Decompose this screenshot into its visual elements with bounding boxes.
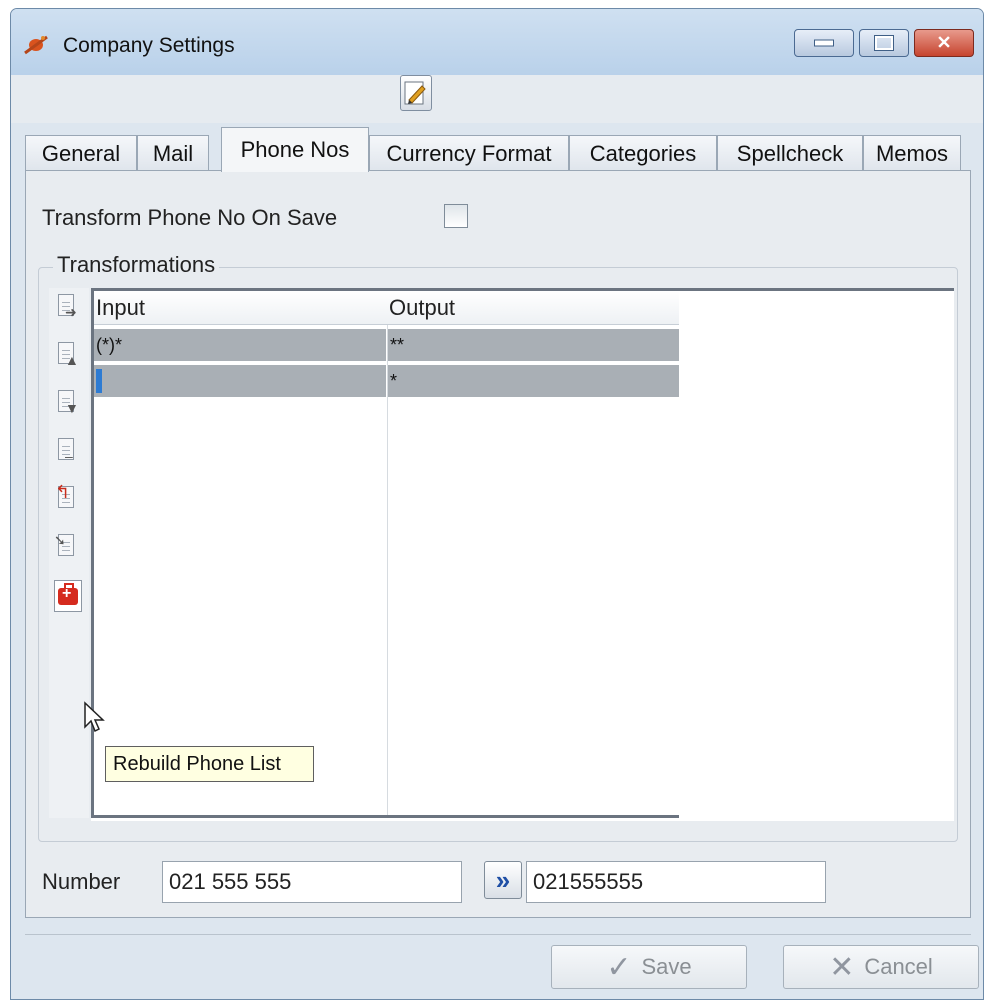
save-label: Save (641, 954, 692, 979)
cell-input: (*)* (96, 334, 122, 355)
footer-separator (25, 934, 971, 935)
window-title: Company Settings (63, 34, 235, 57)
transformations-toolbar: ➜ ▲ ▼ – ↰ ➘ (49, 288, 89, 818)
move-up-button[interactable]: ▲ (54, 340, 82, 372)
tab-memos[interactable]: Memos (863, 135, 961, 171)
title-bar[interactable]: Company Settings ✕ (11, 9, 983, 75)
minus-icon: – (65, 448, 73, 464)
first-aid-kit-icon (58, 583, 78, 605)
table-row-output[interactable]: ** (388, 329, 679, 361)
tab-phone-nos[interactable]: Phone Nos (221, 127, 369, 172)
edit-icon (404, 81, 426, 105)
cell-output: * (390, 370, 398, 391)
number-input[interactable]: 021 555 555 (162, 861, 462, 903)
transformations-group: Transformations ➜ ▲ ▼ – ↰ ➘ + Input Outp… (38, 252, 958, 842)
minimize-button[interactable] (794, 29, 854, 57)
add-row-button[interactable]: ➜ (54, 292, 82, 324)
satellite-icon (24, 35, 48, 55)
maximize-icon (874, 35, 894, 51)
save-button[interactable]: ✓ Save (551, 945, 747, 989)
close-icon: ✕ (936, 32, 952, 53)
rebuild-phone-list-tooltip: Rebuild Phone List (105, 746, 314, 782)
phone-nos-panel: Transform Phone No On Save Transformatio… (25, 170, 971, 918)
transform-phone-label: Transform Phone No On Save (42, 205, 338, 230)
tab-general[interactable]: General (25, 135, 137, 171)
column-header-input[interactable]: Input (94, 291, 387, 325)
table-row-input-editing[interactable] (94, 365, 386, 397)
tab-categories[interactable]: Categories (569, 135, 717, 171)
tab-spellcheck[interactable]: Spellcheck (717, 135, 863, 171)
up-arrow-icon: ▲ (65, 352, 79, 368)
edit-button[interactable] (400, 75, 432, 111)
transformations-title: Transformations (53, 252, 220, 278)
double-chevron-right-icon: » (495, 864, 511, 895)
minimize-icon (814, 39, 834, 47)
tab-currency-format[interactable]: Currency Format (369, 135, 569, 171)
cancel-label: Cancel (864, 954, 933, 979)
table-row-input[interactable]: (*)* (94, 329, 386, 361)
import-arrow-icon: ➘ (54, 532, 66, 548)
delete-row-button[interactable]: – (54, 436, 82, 468)
table-row-output[interactable]: * (388, 365, 679, 397)
import-button[interactable]: ➘ (54, 532, 82, 564)
text-caret (96, 369, 102, 393)
tab-mail[interactable]: Mail (137, 135, 209, 171)
move-down-button[interactable]: ▼ (54, 388, 82, 420)
undo-arrow-icon: ↰ (55, 482, 71, 502)
convert-button[interactable]: » (484, 861, 522, 899)
rebuild-phone-list-button[interactable] (54, 580, 82, 612)
transform-phone-checkbox[interactable] (444, 204, 468, 228)
checkmark-icon: ✓ (606, 950, 632, 984)
toolbar (11, 75, 983, 123)
down-arrow-icon: ▼ (65, 400, 79, 416)
close-button[interactable]: ✕ (914, 29, 974, 57)
company-settings-window: Company Settings ✕ General Mail Phone No… (10, 8, 984, 1000)
cell-output: ** (390, 334, 405, 355)
number-label: Number (42, 869, 121, 894)
transformations-grid: Input Output (*)* ** * (91, 291, 679, 818)
maximize-button[interactable] (859, 29, 909, 57)
result-output[interactable]: 021555555 (526, 861, 826, 903)
transformations-table: Input Output (*)* ** * (91, 288, 954, 821)
cancel-button[interactable]: ✕ Cancel (783, 945, 979, 989)
x-icon: ✕ (829, 950, 855, 984)
mouse-cursor-icon (84, 701, 105, 733)
undo-button[interactable]: ↰ (54, 482, 82, 516)
column-header-output[interactable]: Output (387, 291, 679, 325)
insert-arrow-icon: ➜ (65, 304, 77, 320)
